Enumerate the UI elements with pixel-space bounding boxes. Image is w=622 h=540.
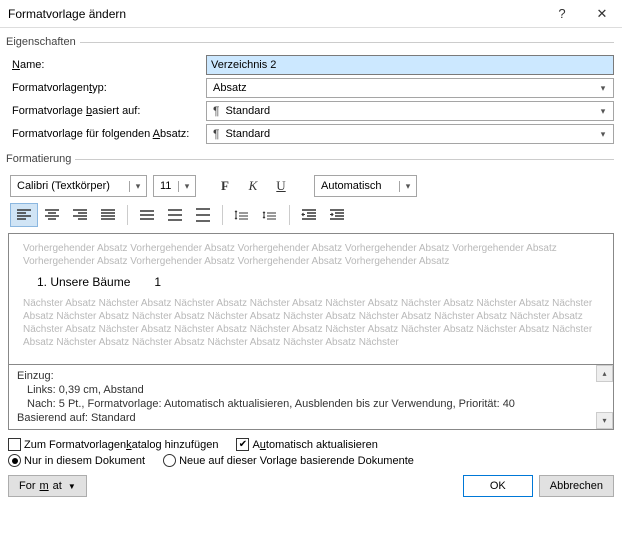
scroll-up-button[interactable]: ▴ xyxy=(596,365,613,382)
spacing-2-icon xyxy=(195,207,211,223)
preview-prev: Vorhergehender Absatz Vorhergehender Abs… xyxy=(23,242,599,268)
desc-l1: Links: 0,39 cm, Abstand xyxy=(17,383,605,397)
pilcrow-icon: ¶ xyxy=(213,104,219,118)
space-dec-icon xyxy=(262,207,278,223)
close-button[interactable]: ✕ xyxy=(582,0,622,28)
chevron-down-icon: ▾ xyxy=(178,181,195,192)
chevron-down-icon: ▾ xyxy=(399,181,416,192)
spacing-1-icon xyxy=(139,207,155,223)
indent-inc-icon xyxy=(329,207,345,223)
preview-next: Nächster Absatz Nächster Absatz Nächster… xyxy=(23,297,599,349)
line-spacing-1-button[interactable] xyxy=(133,203,161,227)
paragraph-toolbar xyxy=(8,203,614,227)
new-template-label: Neue auf dieser Vorlage basierende Dokum… xyxy=(179,455,414,467)
chevron-down-icon: ▾ xyxy=(129,181,146,192)
spacing-1-5-icon xyxy=(167,207,183,223)
next-dropdown[interactable]: ¶Standard ▾ xyxy=(206,124,614,144)
add-catalog-label: Zum Formatvorlagenkatalog hinzufügen xyxy=(24,439,218,451)
align-center-button[interactable] xyxy=(38,203,66,227)
cancel-button[interactable]: Abbrechen xyxy=(539,475,614,497)
formatting-group: Formatierung Calibri (Textkörper)▾ 11▾ F… xyxy=(8,153,614,432)
properties-group: Eigenschaften Name: Formatvorlagentyp: A… xyxy=(8,36,614,149)
titlebar: Formatvorlage ändern ? ✕ xyxy=(0,0,622,28)
scroll-down-button[interactable]: ▾ xyxy=(596,412,613,429)
preview-pane: Vorhergehender Absatz Vorhergehender Abs… xyxy=(8,233,614,365)
align-justify-icon xyxy=(100,207,116,223)
align-left-icon xyxy=(16,207,32,223)
line-spacing-2-button[interactable] xyxy=(189,203,217,227)
desc-l2: Nach: 5 Pt., Formatvorlage: Automatisch … xyxy=(17,397,605,411)
format-button[interactable]: Format▼ xyxy=(8,475,87,497)
formatting-legend: Formatierung xyxy=(6,153,75,165)
type-dropdown[interactable]: Absatz ▾ xyxy=(206,78,614,98)
preview-sample: 1. Unsere Bäume 1 xyxy=(37,276,599,289)
ok-button[interactable]: OK xyxy=(463,475,533,497)
space-inc-icon xyxy=(234,207,250,223)
chevron-down-icon: ▾ xyxy=(595,106,611,117)
add-catalog-checkbox[interactable] xyxy=(8,438,21,451)
space-before-inc-button[interactable] xyxy=(228,203,256,227)
font-dropdown[interactable]: Calibri (Textkörper)▾ xyxy=(10,175,147,197)
space-before-dec-button[interactable] xyxy=(256,203,284,227)
pilcrow-icon: ¶ xyxy=(213,127,219,141)
size-dropdown[interactable]: 11▾ xyxy=(153,175,196,197)
chevron-down-icon: ▾ xyxy=(595,83,611,94)
line-spacing-1-5-button[interactable] xyxy=(161,203,189,227)
indent-dec-icon xyxy=(301,207,317,223)
bold-button[interactable]: F xyxy=(214,175,236,197)
based-dropdown[interactable]: ¶Standard ▾ xyxy=(206,101,614,121)
align-right-button[interactable] xyxy=(66,203,94,227)
type-label: Formatvorlagentyp: xyxy=(8,82,206,94)
align-right-icon xyxy=(72,207,88,223)
auto-update-label: Automatisch aktualisieren xyxy=(252,439,377,451)
chevron-down-icon: ▾ xyxy=(595,129,611,140)
help-button[interactable]: ? xyxy=(542,0,582,28)
indent-inc-button[interactable] xyxy=(323,203,351,227)
align-justify-button[interactable] xyxy=(94,203,122,227)
name-field[interactable] xyxy=(206,55,614,75)
align-left-button[interactable] xyxy=(10,203,38,227)
align-center-icon xyxy=(44,207,60,223)
only-doc-label: Nur in diesem Dokument xyxy=(24,455,145,467)
indent-dec-button[interactable] xyxy=(295,203,323,227)
italic-button[interactable]: K xyxy=(242,175,264,197)
underline-button[interactable]: U xyxy=(270,175,292,197)
name-label: Name: xyxy=(8,59,206,71)
chevron-down-icon: ▼ xyxy=(68,482,76,491)
desc-l3: Basierend auf: Standard xyxy=(17,411,605,425)
new-template-radio[interactable] xyxy=(163,454,176,467)
next-label: Formatvorlage für folgenden Absatz: xyxy=(8,128,206,140)
based-label: Formatvorlage basiert auf: xyxy=(8,105,206,117)
desc-head: Einzug: xyxy=(17,369,605,383)
properties-legend: Eigenschaften xyxy=(6,36,80,48)
window-title: Formatvorlage ändern xyxy=(8,7,542,21)
description-pane: ▴ ▾ Einzug: Links: 0,39 cm, Abstand Nach… xyxy=(8,365,614,430)
color-dropdown[interactable]: Automatisch▾ xyxy=(314,175,417,197)
auto-update-checkbox[interactable]: ✔ xyxy=(236,438,249,451)
only-doc-radio[interactable] xyxy=(8,454,21,467)
